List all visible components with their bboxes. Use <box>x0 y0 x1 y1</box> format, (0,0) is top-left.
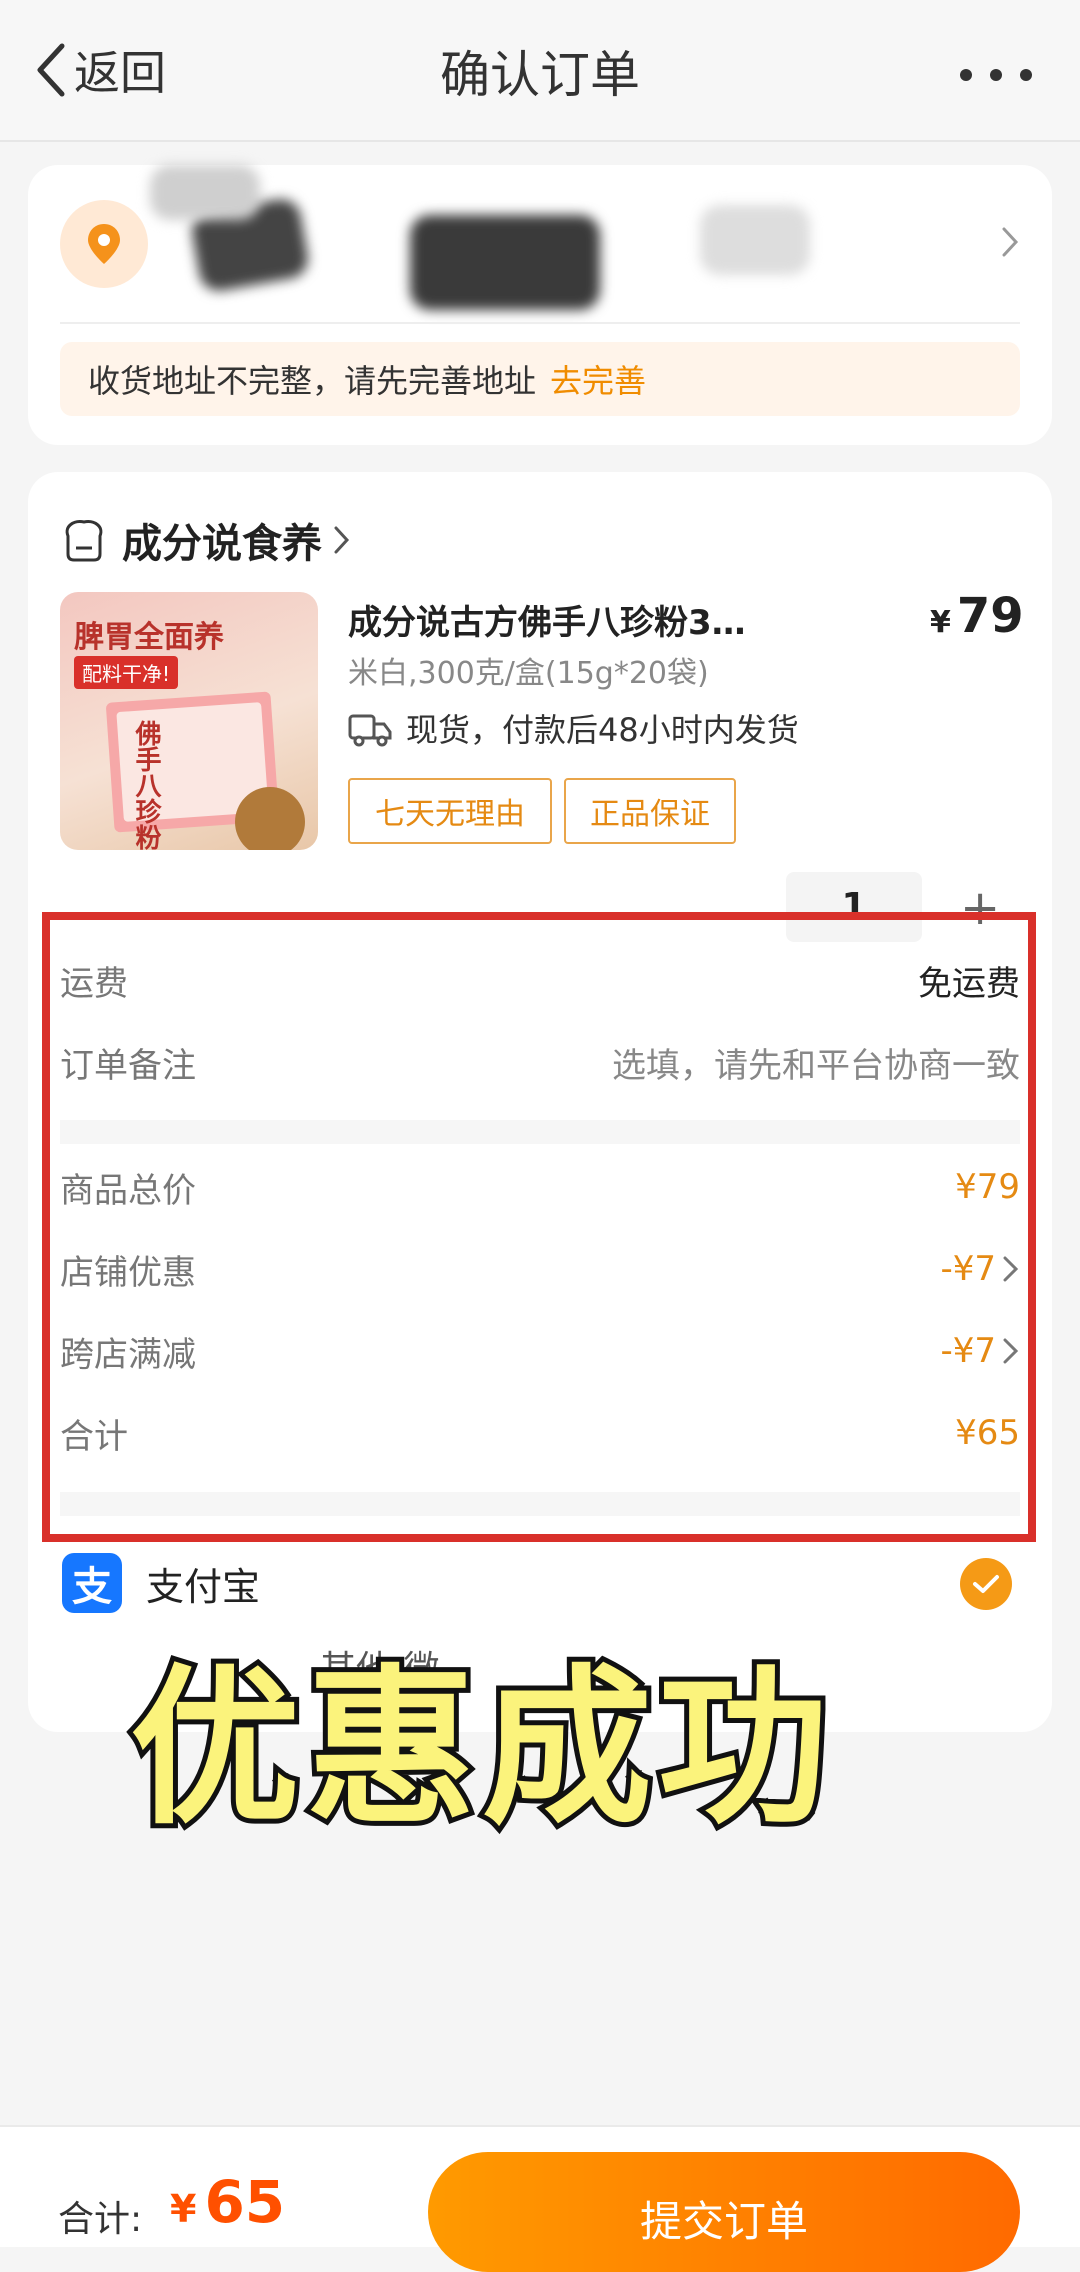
product-image-tag: 配料干净! <box>74 656 179 689</box>
more-dot-icon <box>1020 69 1032 81</box>
shop-icon <box>65 520 103 562</box>
shop-name: 成分说食养 <box>122 521 322 567</box>
shipping-info: 现货，付款后48小时内发货 <box>348 705 799 751</box>
footer-total-value: ¥65 <box>170 2168 285 2236</box>
discount-success-overlay: 优惠成功 <box>125 1645 835 1853</box>
product-name[interactable]: 成分说古方佛手八珍粉3… <box>348 595 746 644</box>
product-price-value: 79 <box>956 588 1024 644</box>
more-dot-icon <box>960 69 972 81</box>
product-image-title: 脾胃全面养 <box>74 620 224 655</box>
submit-order-button[interactable]: 提交订单 <box>428 2152 1020 2272</box>
more-dot-icon <box>990 69 1002 81</box>
highlight-box <box>42 912 1036 1542</box>
product-decor-shape <box>235 787 305 850</box>
shop-header[interactable]: 成分说食养 <box>60 505 352 575</box>
notice-text: 收货地址不完整，请先完善地址 <box>88 362 537 400</box>
truck-icon <box>348 714 392 747</box>
tag-authentic-guarantee: 正品保证 <box>564 778 736 844</box>
redacted-address-block <box>410 215 600 310</box>
complete-address-link[interactable]: 去完善 <box>550 356 646 402</box>
location-pin-icon <box>60 200 148 288</box>
shipping-text: 现货，付款后48小时内发货 <box>406 711 799 749</box>
product-spec[interactable]: 米白,300克/盒(15g*20袋) <box>348 648 709 692</box>
product-image[interactable]: 脾胃全面养 配料干净! 佛手八珍粉 <box>60 592 318 850</box>
divider <box>60 322 1020 324</box>
address-incomplete-notice: 收货地址不完整，请先完善地址 去完善 <box>60 342 1020 416</box>
product-price: ¥79 <box>930 588 1024 644</box>
page-title: 确认订单 <box>440 46 640 104</box>
product-box-text: 佛手八珍粉 <box>131 720 161 850</box>
more-options-button[interactable] <box>960 60 1060 90</box>
footer-total-amount: 65 <box>204 2168 286 2236</box>
chevron-right-icon <box>1002 227 1019 257</box>
redacted-address-block <box>150 165 260 220</box>
currency-symbol: ¥ <box>930 605 951 640</box>
selected-check-icon[interactable] <box>960 1558 1012 1610</box>
alipay-icon: 支 <box>62 1553 122 1613</box>
redacted-address-block <box>700 205 810 275</box>
currency-symbol: ¥ <box>170 2187 197 2231</box>
payment-method-alipay[interactable]: 支 支付宝 <box>62 1548 1022 1618</box>
tag-seven-day-return: 七天无理由 <box>348 778 552 844</box>
footer-total-label: 合计: <box>58 2199 143 2240</box>
payment-method-label: 支付宝 <box>146 1564 261 1609</box>
chevron-right-icon <box>334 526 350 554</box>
